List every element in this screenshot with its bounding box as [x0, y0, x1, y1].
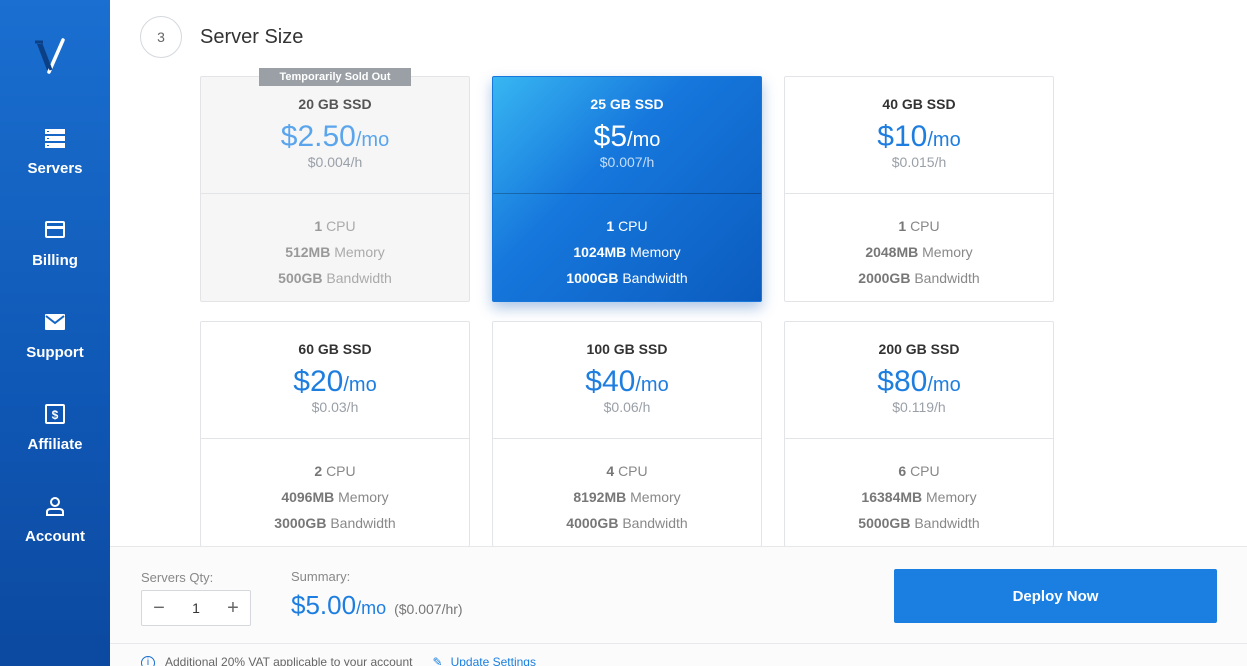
- plan-cpu: 1 CPU: [606, 218, 648, 234]
- credit-card-icon: [45, 221, 65, 238]
- plan-memory: 512MB Memory: [285, 244, 385, 260]
- servers-icon: [45, 129, 65, 148]
- decrement-button[interactable]: −: [142, 591, 176, 625]
- plan-card[interactable]: 100 GB SSD $40/mo $0.06/h 4 CPU 8192MB M…: [492, 321, 762, 547]
- plan-price: $40: [585, 365, 636, 398]
- plan-period: /mo: [927, 129, 961, 151]
- plan-cpu: 1 CPU: [898, 218, 940, 234]
- envelope-icon: [45, 314, 65, 330]
- vultr-logo[interactable]: [33, 38, 77, 78]
- pencil-icon: ✎: [432, 655, 443, 666]
- plan-memory: 8192MB Memory: [573, 489, 681, 505]
- quantity-stepper: − +: [141, 590, 251, 626]
- increment-button[interactable]: +: [216, 591, 250, 625]
- sidebar-item-servers[interactable]: Servers: [0, 126, 110, 206]
- plan-price: $10: [877, 120, 928, 153]
- sidebar: Servers Billing Support $ Affiliate Acco…: [0, 0, 110, 666]
- step-number: 3: [140, 16, 182, 58]
- plan-size: 100 GB SSD: [586, 341, 668, 357]
- plan-size: 25 GB SSD: [590, 96, 664, 112]
- plan-bandwidth: 2000GB Bandwidth: [858, 270, 980, 286]
- plan-card-selected[interactable]: 25 GB SSD $5/mo $0.007/h 1 CPU 1024MB Me…: [492, 76, 762, 302]
- quantity-input[interactable]: [176, 595, 216, 621]
- plan-price: $80: [877, 365, 928, 398]
- sidebar-item-support[interactable]: Support: [0, 310, 110, 390]
- plan-cpu: 4 CPU: [606, 463, 648, 479]
- qty-label: Servers Qty:: [141, 570, 214, 585]
- sold-out-badge: Temporarily Sold Out: [259, 68, 411, 86]
- update-settings-link[interactable]: Update Settings: [451, 655, 536, 666]
- plan-cpu: 6 CPU: [898, 463, 940, 479]
- plan-memory: 1024MB Memory: [573, 244, 681, 260]
- sidebar-item-label: Servers: [27, 160, 83, 177]
- vat-notice: i Additional 20% VAT applicable to your a…: [141, 655, 536, 666]
- sidebar-item-account[interactable]: Account: [0, 494, 110, 574]
- plan-memory: 2048MB Memory: [865, 244, 973, 260]
- plan-card[interactable]: 40 GB SSD $10/mo $0.015/h 1 CPU 2048MB M…: [784, 76, 1054, 302]
- dollar-bill-icon: $: [45, 404, 65, 424]
- plan-cpu: 1 CPU: [314, 218, 356, 234]
- sidebar-item-affiliate[interactable]: $ Affiliate: [0, 402, 110, 482]
- sidebar-item-label: Billing: [32, 252, 78, 269]
- plan-cpu: 2 CPU: [314, 463, 356, 479]
- sidebar-item-label: Affiliate: [27, 436, 83, 453]
- plan-period: /mo: [355, 129, 390, 151]
- vat-text: Additional 20% VAT applicable to your ac…: [165, 655, 413, 666]
- plan-period: /mo: [343, 374, 377, 396]
- summary-period: /mo: [356, 598, 387, 618]
- plan-price: $5: [593, 120, 628, 153]
- plan-hourly: $0.015/h: [891, 154, 947, 170]
- plan-hourly: $0.119/h: [892, 399, 946, 415]
- plan-bandwidth: 4000GB Bandwidth: [566, 515, 688, 531]
- order-footer: Servers Qty: − + Summary: $5.00/mo ($0.00…: [110, 546, 1247, 666]
- sidebar-item-billing[interactable]: Billing: [0, 218, 110, 298]
- svg-text:$: $: [52, 408, 59, 422]
- summary-hourly: ($0.007/hr): [394, 601, 463, 617]
- plan-bandwidth: 1000GB Bandwidth: [566, 270, 688, 286]
- plan-price: $20: [293, 365, 344, 398]
- sidebar-item-label: Account: [25, 528, 85, 545]
- sidebar-item-label: Support: [26, 344, 84, 361]
- section-title: Server Size: [200, 26, 304, 48]
- plan-price: $2.50: [280, 120, 356, 153]
- info-icon: i: [141, 655, 155, 666]
- plan-hourly: $0.03/h: [311, 399, 359, 415]
- plan-memory: 16384MB Memory: [861, 489, 977, 505]
- plan-bandwidth: 3000GB Bandwidth: [274, 515, 396, 531]
- plan-size: 200 GB SSD: [878, 341, 960, 357]
- plan-hourly: $0.06/h: [603, 399, 651, 415]
- plan-card[interactable]: 20 GB SSD $2.50/mo $0.004/h 1 CPU 512MB …: [200, 76, 470, 302]
- plan-card[interactable]: 60 GB SSD $20/mo $0.03/h 2 CPU 4096MB Me…: [200, 321, 470, 547]
- plan-card[interactable]: 200 GB SSD $80/mo $0.119/h 6 CPU 16384MB…: [784, 321, 1054, 547]
- summary-label: Summary:: [291, 569, 351, 584]
- plan-hourly: $0.004/h: [307, 154, 363, 170]
- plan-hourly: $0.007/h: [599, 154, 655, 170]
- plan-size: 20 GB SSD: [298, 96, 372, 112]
- plan-size: 60 GB SSD: [298, 341, 372, 357]
- plan-memory: 4096MB Memory: [281, 489, 389, 505]
- plan-bandwidth: 5000GB Bandwidth: [858, 515, 980, 531]
- plan-period: /mo: [927, 374, 961, 396]
- plan-size: 40 GB SSD: [882, 96, 956, 112]
- deploy-now-button[interactable]: Deploy Now: [894, 569, 1217, 623]
- footer-divider: [110, 643, 1247, 644]
- summary-price: $5.00/mo ($0.007/hr): [291, 590, 463, 621]
- summary-monthly: $5.00: [291, 590, 357, 620]
- plan-period: /mo: [635, 374, 669, 396]
- plan-bandwidth: 500GB Bandwidth: [278, 270, 392, 286]
- user-icon: [46, 497, 64, 516]
- plan-period: /mo: [627, 129, 661, 151]
